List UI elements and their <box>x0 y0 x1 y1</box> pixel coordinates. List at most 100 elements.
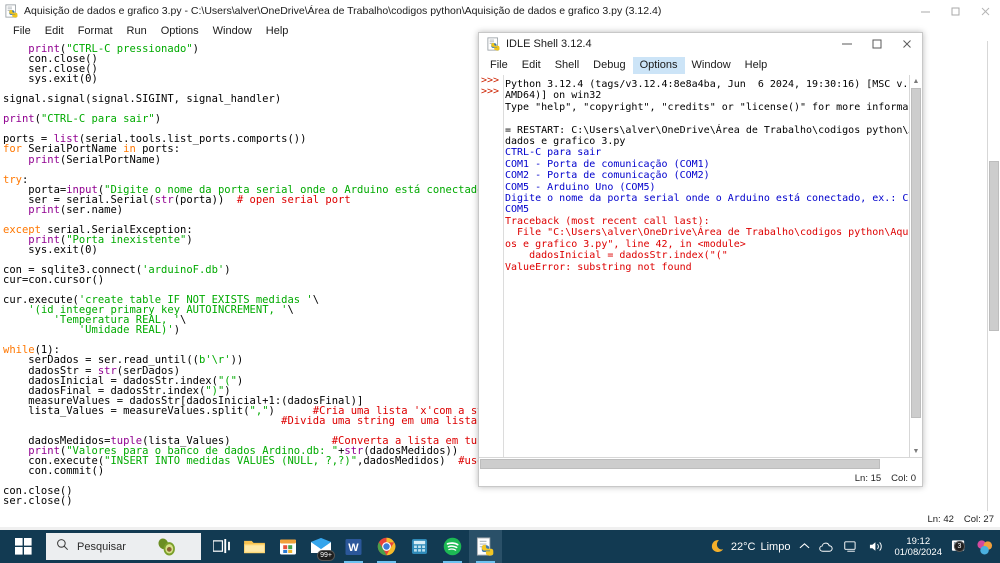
weather-widget[interactable]: 22°C Limpo <box>709 538 790 556</box>
file-explorer-icon[interactable] <box>238 530 271 563</box>
shell-prompt-marker: >>> <box>481 75 500 86</box>
code-token: cur=con.cursor() <box>3 274 105 287</box>
shell-line: COM5 - Arduino Uno (COM5) <box>505 181 656 193</box>
shell-menu-shell[interactable]: Shell <box>548 57 586 74</box>
shell-menu-options[interactable]: Options <box>632 56 685 74</box>
code-token: str <box>154 193 174 206</box>
code-token: "CTRL-C para sair" <box>40 113 155 126</box>
code-token: "INSERT INTO medidas VALUES (NULL, ?,?)" <box>104 454 358 467</box>
code-token: \ <box>312 294 320 307</box>
python-idle-taskbar-icon[interactable] <box>469 530 502 563</box>
editor-titlebar[interactable]: Aquisição de dados e grafico 3.py - C:\U… <box>0 0 1000 22</box>
weather-icon <box>709 538 726 556</box>
chrome-icon[interactable] <box>370 530 403 563</box>
shell-menu-file[interactable]: File <box>483 57 515 74</box>
shell-line: Python 3.12.4 (tags/v3.12.4:8e8a4ba, Jun… <box>505 79 909 90</box>
code-token: print <box>28 203 60 216</box>
code-token: ) <box>236 374 244 387</box>
shell-menu-help[interactable]: Help <box>738 57 775 74</box>
editor-scroll-thumb[interactable] <box>989 161 999 331</box>
shell-line: = RESTART: C:\Users\alver\OneDrive\Área … <box>505 124 909 136</box>
shell-line: Traceback (most recent call last): <box>505 215 710 227</box>
editor-menu-run[interactable]: Run <box>120 23 154 40</box>
code-token: 'arduinoF.db' <box>142 264 225 277</box>
code-token: (porta)) <box>173 193 237 206</box>
code-token: ) <box>154 113 162 126</box>
calculator-icon[interactable] <box>403 530 436 563</box>
shell-window-buttons <box>832 33 922 55</box>
shell-menu-edit[interactable]: Edit <box>515 57 548 74</box>
python-file-icon <box>5 4 19 18</box>
volume-icon[interactable] <box>869 540 885 553</box>
shell-line: File "C:\Users\alver\OneDrive\Área de Tr… <box>517 227 909 239</box>
editor-line-indicator: Ln: 42 <box>927 513 954 525</box>
shell-line: dados e grafico 3.py <box>505 136 626 148</box>
code-token: print <box>3 113 35 126</box>
code-token: signal.signal(signal.SIGINT, signal_hand… <box>3 93 282 106</box>
word-icon[interactable]: W <box>337 530 370 563</box>
code-token: con.commit() <box>3 464 105 477</box>
desktop: Aquisição de dados e grafico 3.py - C:\U… <box>0 0 1000 563</box>
shell-prompt-divider <box>503 75 504 457</box>
start-button[interactable] <box>0 530 46 563</box>
system-tray: 22°C Limpo 19:12 01/08/2024 3 <box>709 530 1000 563</box>
editor-statusbar: Ln: 42 Col: 27 <box>0 511 1000 527</box>
shell-line-indicator: Ln: 15 <box>854 472 882 484</box>
taskbar-app-icons: 99+ W <box>205 530 502 563</box>
mail-icon[interactable]: 99+ <box>304 530 337 563</box>
shell-titlebar[interactable]: IDLE Shell 3.12.4 <box>479 33 922 55</box>
editor-menu-edit[interactable]: Edit <box>38 23 71 40</box>
show-hidden-icons-chevron-icon[interactable] <box>799 542 810 551</box>
editor-menu-file[interactable]: File <box>6 23 38 40</box>
mail-badge: 99+ <box>317 550 335 561</box>
scroll-down-arrow[interactable]: ▼ <box>910 445 922 457</box>
editor-title-text: Aquisição de dados e grafico 3.py - C:\U… <box>24 5 662 17</box>
shell-scroll-thumb[interactable] <box>911 88 921 418</box>
code-token: ) <box>186 233 193 246</box>
shell-line: dadosInicial = dadosStr.index("(" <box>505 250 728 262</box>
editor-menu-window[interactable]: Window <box>206 23 259 40</box>
task-view-button[interactable] <box>205 530 238 563</box>
shell-line: COM2 - Porta de comunicação (COM2) <box>505 170 710 182</box>
scroll-up-arrow[interactable]: ▲ <box>910 75 922 87</box>
misc-tray-icon[interactable] <box>976 539 994 555</box>
network-icon[interactable] <box>844 540 860 553</box>
shell-line: COM1 - Porta de comunicação (COM1) <box>505 158 710 170</box>
code-token: ser.close() <box>3 495 73 508</box>
close-button[interactable] <box>892 33 922 55</box>
shell-menu-debug[interactable]: Debug <box>586 57 632 74</box>
editor-col-indicator: Col: 27 <box>963 513 994 525</box>
clock-widget[interactable]: 19:12 01/08/2024 <box>894 536 942 558</box>
editor-menu-format[interactable]: Format <box>71 23 120 40</box>
maximize-button[interactable] <box>940 0 970 22</box>
code-token: )) <box>230 354 244 367</box>
editor-menu-help[interactable]: Help <box>259 23 296 40</box>
minimize-button[interactable] <box>910 0 940 22</box>
close-button[interactable] <box>970 0 1000 22</box>
shell-line: COM5 <box>505 204 530 216</box>
clock-time: 19:12 <box>906 535 931 547</box>
shell-statusbar: Ln: 15 Col: 0 <box>479 470 922 486</box>
shell-col-indicator: Col: 0 <box>891 472 916 484</box>
shell-output[interactable]: >>> >>> Python 3.12.4 (tags/v3.12.4:8e8a4… <box>479 75 909 457</box>
shell-horizontal-scrollbar[interactable] <box>479 457 922 470</box>
minimize-button[interactable] <box>832 33 862 55</box>
shell-text-area[interactable]: >>> >>> Python 3.12.4 (tags/v3.12.4:8e8a4… <box>479 75 922 457</box>
code-token: ,dadosMedidos) <box>357 454 459 467</box>
shell-hscroll-thumb[interactable] <box>480 459 880 469</box>
code-token: (ser.name) <box>59 203 124 216</box>
microsoft-store-icon[interactable] <box>271 530 304 563</box>
search-input[interactable]: Pesquisar <box>46 533 201 560</box>
shell-menu-window[interactable]: Window <box>685 57 738 74</box>
editor-menu-options[interactable]: Options <box>154 23 206 40</box>
onedrive-cloud-icon[interactable] <box>819 541 835 553</box>
spotify-icon[interactable] <box>436 530 469 563</box>
search-icon <box>56 538 69 556</box>
maximize-button[interactable] <box>862 33 892 55</box>
shell-line: ValueError: substring not found <box>505 261 692 273</box>
editor-vertical-scrollbar[interactable] <box>987 41 1000 511</box>
code-token: ) <box>224 264 231 277</box>
notification-center-icon[interactable]: 3 <box>951 539 967 554</box>
shell-vertical-scrollbar[interactable]: ▲ ▼ <box>909 75 922 457</box>
